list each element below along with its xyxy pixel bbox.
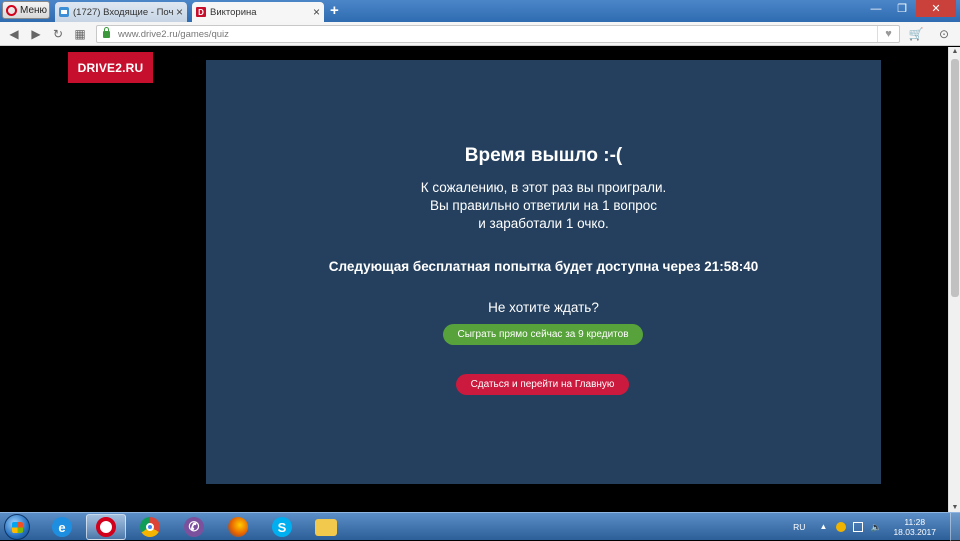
result-message-line: и заработали 1 очко. bbox=[478, 216, 609, 231]
scroll-up-icon[interactable]: ▲ bbox=[951, 48, 959, 55]
minimize-button[interactable]: — bbox=[864, 0, 888, 17]
volume-icon[interactable]: 🔈 bbox=[870, 522, 881, 532]
lock-icon bbox=[103, 26, 110, 38]
result-message-line: К сожалению, в этот раз вы проиграли. bbox=[420, 180, 667, 195]
play-now-button[interactable]: Сыграть прямо сейчас за 9 кредитов bbox=[443, 324, 643, 345]
start-button[interactable] bbox=[4, 514, 30, 540]
language-indicator[interactable]: RU bbox=[793, 522, 805, 532]
vertical-scrollbar[interactable]: ▲ ▼ bbox=[948, 47, 960, 512]
viber-icon: ✆ bbox=[184, 517, 204, 537]
scroll-thumb[interactable] bbox=[951, 59, 959, 297]
next-attempt-text: Следующая бесплатная попытка будет досту… bbox=[328, 259, 759, 274]
give-up-button[interactable]: Сдаться и перейти на Главную bbox=[456, 374, 629, 395]
close-window-button[interactable]: ✕ bbox=[916, 0, 956, 17]
taskbar-app-firefox[interactable] bbox=[218, 514, 258, 540]
tab-strip: Меню (1727) Входящие - Почта × D Виктори… bbox=[0, 0, 960, 22]
clock[interactable]: 11:28 18.03.2017 bbox=[893, 517, 936, 537]
update-icon[interactable] bbox=[836, 522, 847, 532]
result-message-line: Вы правильно ответили на 1 вопрос bbox=[429, 198, 658, 213]
tab-mail[interactable]: (1727) Входящие - Почта × bbox=[55, 2, 187, 22]
taskbar-app-chrome[interactable] bbox=[130, 514, 170, 540]
opera-icon bbox=[96, 517, 116, 537]
skype-icon: S bbox=[272, 517, 292, 537]
taskbar-app-viber[interactable]: ✆ bbox=[174, 514, 214, 540]
taskbar-app-explorer[interactable] bbox=[306, 514, 346, 540]
show-desktop-button[interactable] bbox=[950, 513, 960, 541]
chrome-icon bbox=[140, 517, 160, 537]
page-viewport: DRIVE2.RU Время вышло :-( К сожалению, в… bbox=[0, 47, 948, 512]
menu-label: Меню bbox=[20, 4, 48, 16]
window-controls: — ❐ ✕ bbox=[864, 0, 956, 17]
opera-logo-icon bbox=[6, 4, 17, 16]
taskbar-app-ie[interactable]: e bbox=[42, 514, 82, 540]
folder-icon bbox=[315, 518, 337, 536]
reload-icon[interactable]: ↻ bbox=[50, 26, 66, 42]
svg-text:D: D bbox=[198, 8, 204, 17]
wait-question: Не хотите ждать? bbox=[488, 300, 599, 315]
clock-time: 11:28 bbox=[904, 517, 926, 527]
firefox-icon bbox=[228, 517, 248, 537]
mail-favicon-icon bbox=[59, 7, 69, 17]
internet-explorer-icon: e bbox=[52, 517, 72, 537]
clock-date: 18.03.2017 bbox=[893, 527, 936, 537]
new-tab-button[interactable]: + bbox=[330, 2, 339, 20]
taskbar-app-skype[interactable]: S bbox=[262, 514, 302, 540]
system-tray: RU ▲ 🔈 11:28 18.03.2017 bbox=[793, 513, 960, 541]
taskbar-app-opera[interactable] bbox=[86, 514, 126, 540]
quiz-result-panel: Время вышло :-( К сожалению, в этот раз … bbox=[206, 60, 881, 484]
url-text: www.drive2.ru/games/quiz bbox=[118, 28, 229, 40]
action-center-icon[interactable] bbox=[853, 522, 864, 532]
tab-close-icon[interactable]: × bbox=[176, 5, 183, 19]
download-icon[interactable]: ⊙ bbox=[936, 26, 952, 42]
url-field[interactable]: www.drive2.ru/games/quiz ♥ bbox=[96, 25, 900, 43]
maximize-button[interactable]: ❐ bbox=[890, 0, 914, 17]
scroll-down-icon[interactable]: ▼ bbox=[951, 504, 959, 511]
drive2-favicon-icon: D bbox=[196, 7, 206, 17]
tab-label: (1727) Входящие - Почта bbox=[73, 6, 173, 18]
tab-close-icon[interactable]: × bbox=[313, 5, 320, 19]
drive2-logo[interactable]: DRIVE2.RU bbox=[68, 52, 153, 83]
forward-arrow-icon[interactable]: ▶ bbox=[28, 26, 44, 42]
cart-icon[interactable]: 🛒 bbox=[908, 26, 924, 42]
speed-dial-icon[interactable]: ▦ bbox=[72, 26, 88, 42]
result-title: Время вышло :-( bbox=[464, 145, 623, 166]
tab-quiz[interactable]: D Викторина × bbox=[192, 2, 324, 22]
bookmark-heart-icon[interactable]: ♥ bbox=[877, 26, 899, 42]
opera-menu-button[interactable]: Меню bbox=[2, 1, 50, 19]
address-bar-row: ◀ ▶ ↻ ▦ www.drive2.ru/games/quiz ♥ 🛒 ⊙ bbox=[0, 22, 960, 46]
tab-label: Викторина bbox=[210, 6, 257, 18]
taskbar: e ✆ S RU ▲ 🔈 11:28 18.03.2017 bbox=[0, 512, 960, 541]
back-arrow-icon[interactable]: ◀ bbox=[6, 26, 22, 42]
show-hidden-icons-icon[interactable]: ▲ bbox=[819, 522, 829, 532]
